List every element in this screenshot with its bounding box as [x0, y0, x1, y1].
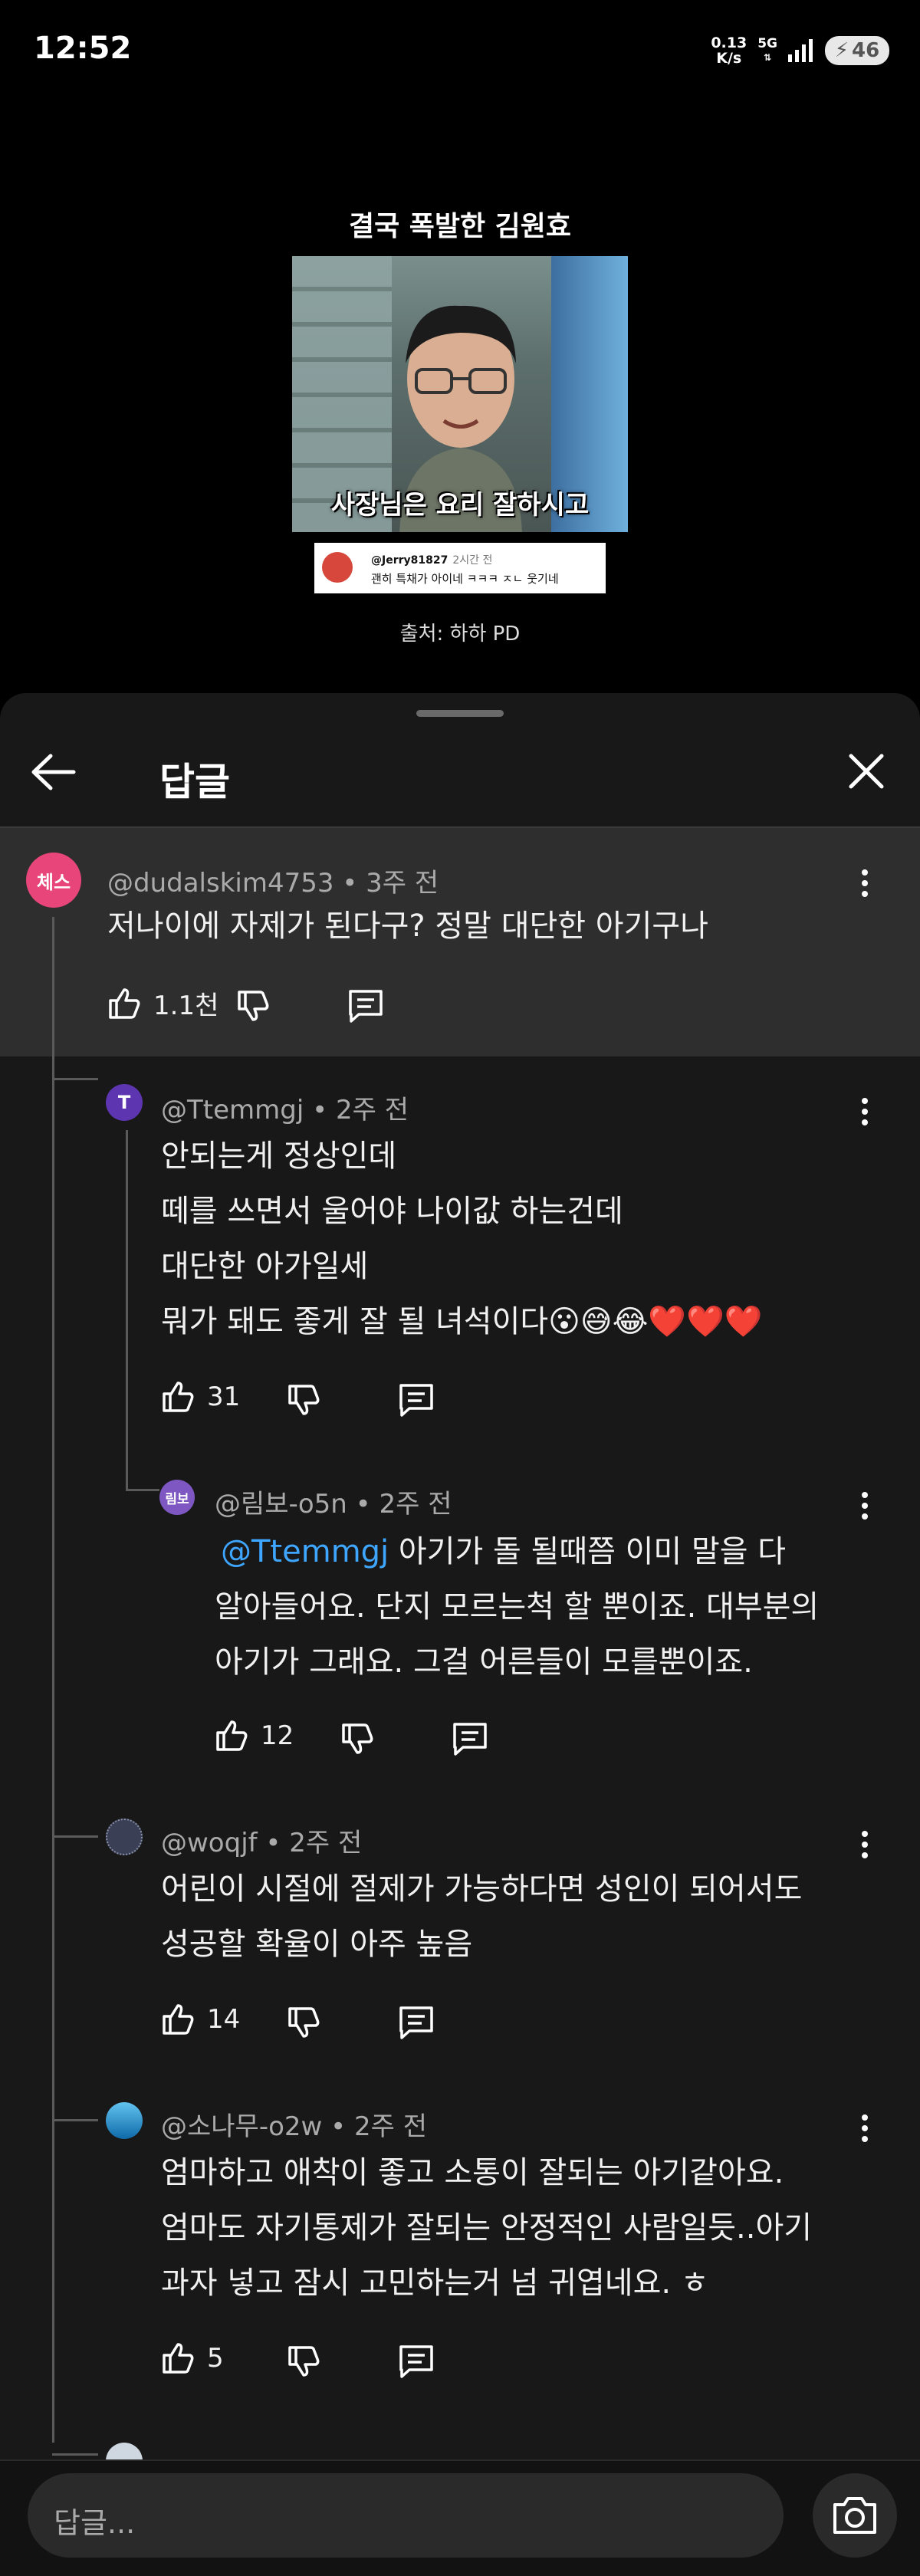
- reply-icon[interactable]: [347, 987, 385, 1024]
- like-button[interactable]: 5: [159, 2340, 224, 2377]
- more-options-icon[interactable]: [857, 1490, 872, 1521]
- reply-input[interactable]: [28, 2473, 784, 2558]
- embedded-comment-card: @Jerry81827 2시간 전 괜히 특채가 아이네 ㅋㅋㅋ ㅈㄴ 웃기네: [314, 543, 606, 593]
- like-count: 12: [261, 1720, 294, 1751]
- comment-time: 2주 전: [354, 2111, 428, 2142]
- thumbs-down-icon[interactable]: [235, 987, 271, 1024]
- thumbs-down-icon[interactable]: [285, 2004, 322, 2041]
- like-button[interactable]: 12: [213, 1717, 294, 1754]
- comment-user[interactable]: @림보-o5n: [215, 1489, 347, 1520]
- comment-meta: @소나무-o2w • 2주 전: [161, 2111, 428, 2142]
- comment-time: 3주 전: [366, 868, 439, 899]
- like-button[interactable]: 31: [159, 1378, 240, 1415]
- avatar[interactable]: [106, 2102, 143, 2139]
- like-count: 31: [207, 1382, 241, 1412]
- embedded-comment-avatar: [322, 552, 353, 583]
- comment-text: 성공할 확율이 아주 높음: [161, 1927, 473, 1962]
- comment-text: 엄마하고 애착이 좋고 소통이 잘되는 아기같아요.: [161, 2155, 784, 2190]
- comment-meta: @Ttemmgj • 2주 전: [161, 1095, 409, 1125]
- comment-text: 과자 넣고 잠시 고민하는거 넘 귀엽네요. ㅎ: [161, 2266, 709, 2301]
- like-count: 1.1천: [153, 991, 219, 1021]
- comment-meta: @림보-o5n • 2주 전: [215, 1489, 452, 1520]
- thumbnail-caption: 사장님은 요리 잘하시고: [330, 490, 590, 521]
- avatar[interactable]: [106, 1819, 143, 1855]
- camera-icon: [833, 2497, 876, 2534]
- drag-handle[interactable]: [416, 710, 504, 717]
- more-options-icon[interactable]: [857, 1829, 872, 1860]
- reply-icon[interactable]: [451, 1720, 489, 1757]
- close-icon[interactable]: [843, 748, 889, 794]
- reply-icon[interactable]: [397, 2343, 435, 2380]
- avatar[interactable]: 체스: [26, 853, 81, 908]
- thumbs-up-icon: [163, 2343, 194, 2374]
- back-arrow-icon[interactable]: [29, 748, 77, 796]
- reply-icon[interactable]: [397, 2004, 435, 2041]
- comment-text: 엄마도 자기통제가 잘되는 안정적인 사람일듯..아기: [161, 2210, 813, 2246]
- comment-time: 2주 전: [289, 1828, 363, 1858]
- comment-text: 어린이 시절에 절제가 가능하다면 성인이 되어서도: [161, 1871, 803, 1907]
- thumbs-down-icon[interactable]: [339, 1720, 376, 1757]
- comment-text: 저나이에 자제가 된다구? 정말 대단한 아기구나: [107, 909, 709, 944]
- avatar[interactable]: 림보: [159, 1480, 195, 1515]
- mention-link[interactable]: @Ttemmgj: [221, 1534, 389, 1569]
- comment-user[interactable]: @Ttemmgj: [161, 1095, 304, 1125]
- thumbs-up-icon: [109, 987, 140, 1019]
- battery-icon: ⚡ 46: [825, 36, 889, 65]
- thumbs-down-icon[interactable]: [285, 2343, 322, 2380]
- like-button[interactable]: 14: [159, 2001, 240, 2038]
- status-icons: 0.13 K/s 5G ⇅ ⚡ 46: [711, 35, 889, 66]
- panel-title: 답글: [159, 760, 230, 804]
- more-options-icon[interactable]: [857, 868, 872, 899]
- status-time: 12:52: [34, 31, 132, 66]
- comment-user[interactable]: @소나무-o2w: [161, 2111, 322, 2142]
- comment-text: 아기가 그래요. 그걸 어른들이 모를뿐이죠.: [215, 1644, 753, 1680]
- comment-text: 알아들어요. 단지 모르는척 할 뿐이죠. 대부분의: [215, 1589, 820, 1625]
- comment-meta: @woqjf • 2주 전: [161, 1828, 363, 1858]
- more-options-icon[interactable]: [857, 1096, 872, 1127]
- comment-text: @Ttemmgj 아기가 돌 될때쯤 이미 말을 다: [221, 1534, 787, 1569]
- video-title: 결국 폭발한 김원효: [348, 211, 572, 242]
- video-source: 출처: 하하 PD: [399, 623, 521, 646]
- camera-button[interactable]: [813, 2473, 897, 2558]
- comment-time: 2주 전: [379, 1489, 452, 1520]
- like-count: 14: [207, 2004, 241, 2035]
- network-type: 5G ⇅: [757, 36, 777, 63]
- comment-text: 뭐가 돼도 좋게 잘 될 녀석이다😮😅😂❤️❤️❤️: [161, 1304, 763, 1339]
- comment-time: 2주 전: [335, 1095, 409, 1125]
- comment-text: 떼를 쓰면서 울어야 나이값 하는건데: [161, 1194, 623, 1229]
- thumbs-down-icon[interactable]: [285, 1382, 322, 1418]
- comment-text: 안되는게 정상인데: [161, 1138, 397, 1174]
- comment-meta: @dudalskim4753 • 3주 전: [107, 868, 439, 899]
- comment-user[interactable]: @woqjf: [161, 1828, 258, 1858]
- comment-user[interactable]: @dudalskim4753: [107, 868, 334, 899]
- comment-text: 대단한 아가일세: [161, 1249, 369, 1284]
- embedded-comment-text: 괜히 특채가 아이네 ㅋㅋㅋ ㅈㄴ 웃기네: [371, 572, 559, 586]
- thread-line-nested: [126, 1130, 128, 1490]
- reply-input-placeholder: 답글...: [54, 2506, 136, 2540]
- thumbs-up-icon: [163, 2004, 194, 2035]
- net-speed: 0.13 K/s: [711, 34, 748, 67]
- like-count: 5: [207, 2343, 224, 2374]
- like-button[interactable]: 1.1천: [106, 984, 219, 1022]
- more-options-icon[interactable]: [857, 2113, 872, 2144]
- avatar[interactable]: T: [106, 1084, 143, 1121]
- thumbs-up-icon: [163, 1382, 194, 1412]
- reply-icon[interactable]: [397, 1382, 435, 1418]
- thread-line-main: [52, 917, 54, 2443]
- thumbs-up-icon: [216, 1720, 248, 1751]
- video-thumbnail[interactable]: 사장님은 요리 잘하시고: [292, 256, 628, 532]
- signal-icon: [788, 39, 813, 62]
